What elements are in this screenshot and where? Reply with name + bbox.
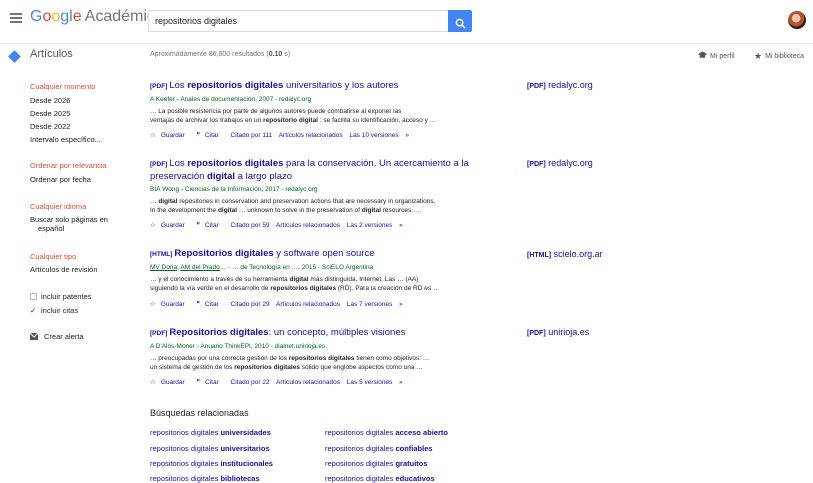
- my-profile-link[interactable]: Mi perfil: [698, 51, 735, 60]
- result-title[interactable]: [PDF] Repositorios digitales: un concepto…: [150, 327, 475, 340]
- related-articles-link[interactable]: Artículos relacionados: [276, 379, 340, 386]
- quote-icon: ❞: [196, 379, 201, 386]
- related-search-link[interactable]: repositorios digitales educativos: [325, 474, 435, 483]
- envelope-icon: [30, 333, 38, 340]
- result-title[interactable]: [PDF] Los repositorios digitales para la …: [150, 158, 475, 183]
- save-button[interactable]: ☆ Guardar: [150, 132, 190, 139]
- header-divider: [0, 43, 813, 44]
- star-outline-icon: ☆: [150, 301, 156, 308]
- create-alert-link[interactable]: Crear alerta: [30, 332, 84, 341]
- related-search-link[interactable]: repositorios digitales universitarios: [150, 444, 270, 453]
- result-pdf-link[interactable]: [PDF] redalyc.org: [527, 158, 593, 168]
- related-search-link[interactable]: repositorios digitales gratuitos: [325, 459, 428, 468]
- sort-date[interactable]: Ordenar por fecha: [30, 175, 91, 184]
- my-library-link[interactable]: ★ Mi biblioteca: [754, 51, 804, 62]
- filter-spanish-only[interactable]: Buscar solo páginas en español: [30, 215, 108, 233]
- more-icon[interactable]: »: [405, 132, 409, 139]
- star-outline-icon: ☆: [150, 132, 156, 139]
- related-search-link[interactable]: repositorios digitales acceso abierto: [325, 428, 448, 437]
- include-patents-checkbox[interactable]: incluir patentes: [30, 292, 91, 301]
- filter-since-2025[interactable]: Desde 2025: [30, 109, 70, 118]
- related-search-link[interactable]: repositorios digitales institucionales: [150, 459, 273, 468]
- result-html-link[interactable]: [HTML] scielo.org.ar: [527, 249, 603, 259]
- related-search-link[interactable]: repositorios digitales universidades: [150, 428, 271, 437]
- related-articles-link[interactable]: Artículos relacionados: [276, 222, 340, 229]
- filter-any-time[interactable]: Cualquier momento: [30, 82, 95, 91]
- filter-any-language[interactable]: Cualquier idioma: [30, 202, 86, 211]
- filter-since-2026[interactable]: Desde 2026: [30, 96, 70, 105]
- menu-icon[interactable]: [10, 13, 22, 23]
- save-button[interactable]: ☆ Guardar: [150, 379, 190, 386]
- result-pdf-link[interactable]: [PDF] redalyc.org: [527, 80, 593, 90]
- filter-custom-range[interactable]: Intervalo específico...: [30, 135, 101, 144]
- result-actions: ☆ Guardar ❞ Citar Citado por 29 Artículos …: [150, 300, 408, 308]
- search-input[interactable]: [148, 10, 448, 32]
- results-count: Aproximadamente 86,800 resultados (0.10 …: [150, 51, 291, 58]
- quote-icon: ❞: [196, 301, 201, 308]
- result-actions: ☆ Guardar ❞ Citar Citado por 111 Artículos…: [150, 131, 414, 139]
- include-citations-checkbox[interactable]: ✓ incluir citas: [30, 306, 78, 315]
- google-scholar-logo[interactable]: Google Académico: [30, 8, 164, 26]
- save-button[interactable]: ☆ Guardar: [150, 222, 190, 229]
- cite-button[interactable]: ❞ Citar: [197, 301, 224, 308]
- sort-relevance[interactable]: Ordenar por relevancia: [30, 161, 107, 170]
- result-authors: A Keefer - Anales de documentación, 2007…: [150, 96, 312, 103]
- save-button[interactable]: ☆ Guardar: [150, 301, 190, 308]
- result-snippet: … digital repositories in conservation a…: [150, 198, 436, 214]
- filter-since-2022[interactable]: Desde 2022: [30, 122, 70, 131]
- avatar[interactable]: [788, 11, 806, 29]
- result-actions: ☆ Guardar ❞ Citar Citado por 22 Artículos …: [150, 378, 408, 386]
- filter-review-articles[interactable]: Artículos de revisión: [30, 265, 98, 274]
- related-articles-link[interactable]: Artículos relacionados: [276, 301, 340, 308]
- result-pdf-link[interactable]: [PDF] unirioja.es: [527, 327, 589, 337]
- result-authors: MV Doria, AM del Prado… - … de Tecnologí…: [150, 264, 374, 271]
- quote-icon: ❞: [196, 222, 201, 229]
- quote-icon: ❞: [196, 132, 201, 139]
- star-outline-icon: ☆: [150, 379, 156, 386]
- cite-button[interactable]: ❞ Citar: [197, 222, 224, 229]
- related-articles-link[interactable]: Artículos relacionados: [279, 132, 343, 139]
- star-outline-icon: ☆: [150, 222, 156, 229]
- versions-link[interactable]: Las 2 versiones: [347, 222, 393, 229]
- section-title: Artículos: [30, 48, 73, 60]
- versions-link[interactable]: Las 7 versiones: [347, 301, 393, 308]
- cited-by-link[interactable]: Citado por 29: [231, 301, 270, 308]
- cited-by-link[interactable]: Citado por 59: [231, 222, 270, 229]
- result-authors: BIÀ Wong - Ciencias de la Información, 2…: [150, 186, 318, 193]
- search-icon: [455, 18, 466, 29]
- checkbox-unchecked-icon: [30, 293, 37, 300]
- cited-by-link[interactable]: Citado por 111: [231, 132, 273, 139]
- cite-button[interactable]: ❞ Citar: [197, 132, 224, 139]
- filter-any-type[interactable]: Cualquier tipo: [30, 252, 76, 261]
- more-icon[interactable]: »: [399, 301, 403, 308]
- more-icon[interactable]: »: [399, 222, 403, 229]
- result-snippet: … preocupadas por una correcta gestión d…: [150, 355, 430, 371]
- result-title[interactable]: [PDF] Los repositorios digitales universi…: [150, 80, 475, 93]
- result-snippet: … La posible resistencia por parte de al…: [150, 108, 437, 124]
- result-snippet: … y el conocimiento a través de su herra…: [150, 276, 440, 292]
- star-icon: ★: [754, 51, 763, 61]
- related-search-link[interactable]: repositorios digitales bibliotecas: [150, 474, 260, 483]
- result-title[interactable]: [HTML] Repositorios digitales y software …: [150, 248, 475, 261]
- more-icon[interactable]: »: [399, 379, 403, 386]
- checkmark-icon: ✓: [30, 306, 37, 315]
- search-button[interactable]: [448, 10, 472, 32]
- versions-link[interactable]: Las 5 versiones: [347, 379, 393, 386]
- versions-link[interactable]: Las 10 versiones: [349, 132, 398, 139]
- cited-by-link[interactable]: Citado por 22: [231, 379, 270, 386]
- articles-icon: [8, 50, 21, 63]
- related-search-link[interactable]: repositorios digitales confiables: [325, 444, 433, 453]
- result-actions: ☆ Guardar ❞ Citar Citado por 59 Artículos …: [150, 221, 408, 229]
- graduation-cap-icon: [698, 51, 707, 58]
- cite-button[interactable]: ❞ Citar: [197, 379, 224, 386]
- result-authors: A D'Alòs-Moner - Anuario ThinkEPI, 2010 …: [150, 343, 326, 350]
- related-searches-heading: Búsquedas relacionadas: [150, 408, 249, 418]
